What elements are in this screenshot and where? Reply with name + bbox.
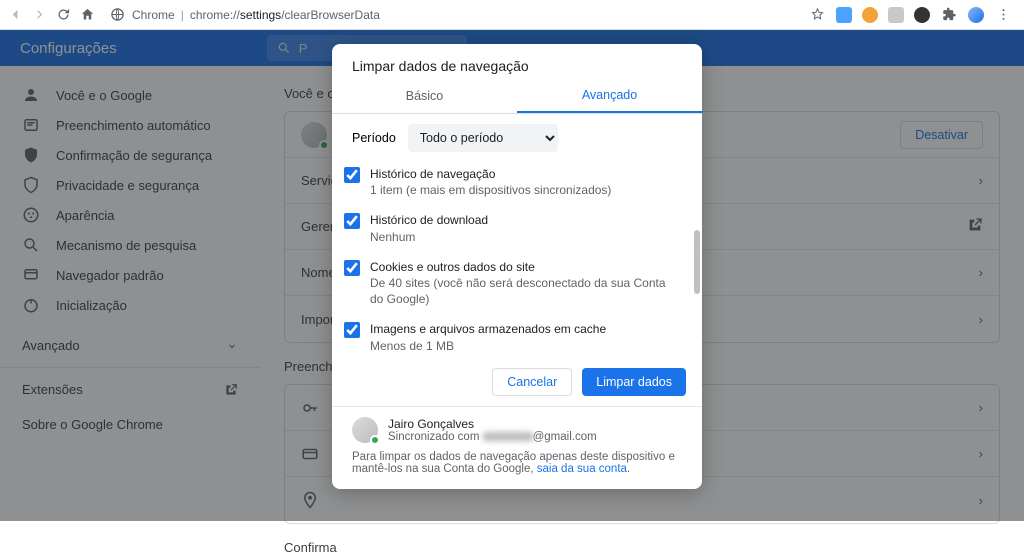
checkbox[interactable] <box>344 322 360 338</box>
section-title: Confirma <box>284 540 1000 555</box>
address-bar[interactable]: Chrome | chrome://settings/clearBrowserD… <box>108 6 802 24</box>
address-url: chrome://settings/clearBrowserData <box>190 8 380 22</box>
time-range-select[interactable]: Todo o período <box>408 124 558 152</box>
sign-out-link[interactable]: saia da sua conta <box>537 463 627 475</box>
forward-icon[interactable] <box>30 6 48 24</box>
scrollbar-thumb[interactable] <box>694 230 700 294</box>
item-cookies[interactable]: Cookies e outros dados do siteDe 40 site… <box>344 251 682 314</box>
back-icon[interactable] <box>6 6 24 24</box>
clear-data-button[interactable]: Limpar dados <box>582 368 686 396</box>
menu-icon[interactable] <box>994 6 1012 24</box>
extension-icon[interactable] <box>888 7 904 23</box>
cancel-button[interactable]: Cancelar <box>492 368 572 396</box>
star-icon[interactable] <box>808 6 826 24</box>
clear-browsing-data-dialog: Limpar dados de navegação Básico Avançad… <box>332 44 702 489</box>
profile-avatar-icon[interactable] <box>968 7 984 23</box>
site-info-icon[interactable] <box>108 6 126 24</box>
user-name: Jairo Gonçalves <box>388 417 597 431</box>
extension-icon[interactable] <box>862 7 878 23</box>
checkbox[interactable] <box>344 260 360 276</box>
time-range-row: Período Todo o período <box>332 114 702 158</box>
checkbox[interactable] <box>344 213 360 229</box>
item-download-history[interactable]: Histórico de downloadNenhum <box>344 204 682 250</box>
time-range-label: Período <box>352 131 396 145</box>
checkbox[interactable] <box>344 167 360 183</box>
avatar <box>352 417 378 443</box>
dialog-tabs: Básico Avançado <box>332 78 702 114</box>
address-product: Chrome <box>132 8 175 22</box>
toolbar-right <box>808 6 1018 24</box>
tab-basic[interactable]: Básico <box>332 78 517 113</box>
clear-items-list: Histórico de navegação1 item (e mais em … <box>332 158 702 358</box>
dialog-title: Limpar dados de navegação <box>332 44 702 78</box>
extension-icon[interactable] <box>836 7 852 23</box>
signed-in-user: Jairo Gonçalves Sincronizado com @gmail.… <box>352 417 682 443</box>
dialog-actions: Cancelar Limpar dados <box>332 358 702 406</box>
item-browsing-history[interactable]: Histórico de navegação1 item (e mais em … <box>344 158 682 204</box>
puzzle-icon[interactable] <box>940 6 958 24</box>
browser-toolbar: Chrome | chrome://settings/clearBrowserD… <box>0 0 1024 30</box>
extension-icon[interactable] <box>914 7 930 23</box>
dialog-footer: Jairo Gonçalves Sincronizado com @gmail.… <box>332 406 702 489</box>
home-icon[interactable] <box>78 6 96 24</box>
user-sync-info: Sincronizado com @gmail.com <box>388 431 597 443</box>
item-cache[interactable]: Imagens e arquivos armazenados em cacheM… <box>344 313 682 358</box>
tab-advanced[interactable]: Avançado <box>517 78 702 113</box>
reload-icon[interactable] <box>54 6 72 24</box>
footer-text: Para limpar os dados de navegação apenas… <box>352 451 682 475</box>
